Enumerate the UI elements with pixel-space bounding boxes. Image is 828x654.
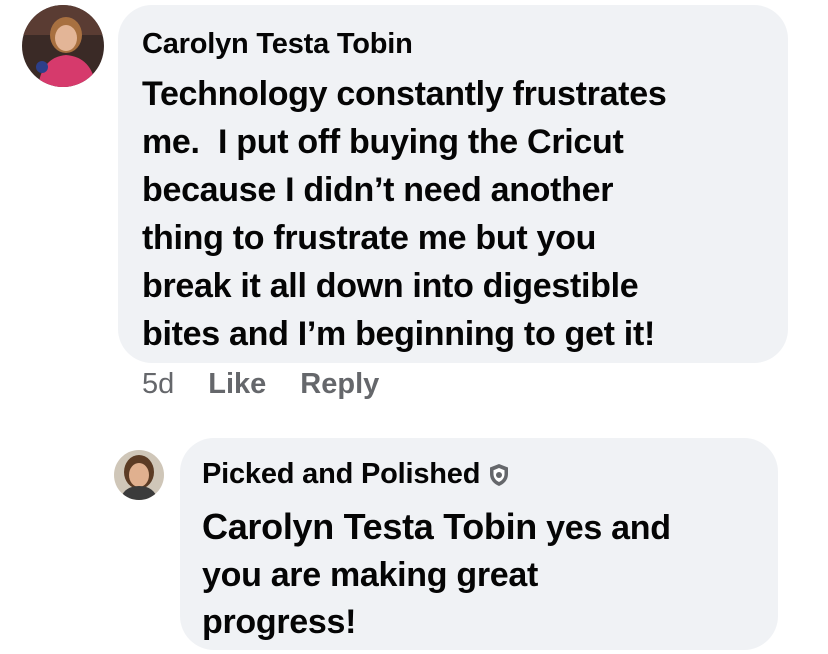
reply-text-line: you are making great xyxy=(202,556,539,594)
reply-text-line: progress! xyxy=(202,603,357,641)
like-button[interactable]: Like xyxy=(208,368,266,401)
reply-text-fragment: yes and xyxy=(537,509,671,547)
comment-text-line: because I didn’t need another xyxy=(142,171,614,209)
comment-text-line: Technology constantly frustrates xyxy=(142,75,667,113)
reply-author-name[interactable]: Picked and Polished xyxy=(202,458,480,490)
comment-actions: 5d Like Reply xyxy=(142,368,379,401)
reply-bubble: Picked and Polished Carolyn Testa Tobin … xyxy=(180,438,778,650)
comment-bubble: Carolyn Testa Tobin Technology constantl… xyxy=(118,5,788,363)
comment-text-line: thing to frustrate me but you xyxy=(142,219,597,257)
commenter-avatar-image xyxy=(22,5,104,87)
reply-text: Carolyn Testa Tobin yes and you are maki… xyxy=(202,503,778,646)
comment-text-line: bites and I’m beginning to get it! xyxy=(142,315,655,353)
reply-button[interactable]: Reply xyxy=(300,368,379,401)
reply-author-row: Picked and Polished xyxy=(202,457,778,491)
comment-text: Technology constantly frustrates me. I p… xyxy=(142,70,788,358)
replier-avatar[interactable] xyxy=(114,450,164,500)
reply-text-line: Carolyn Testa Tobin yes and xyxy=(202,503,778,552)
comment-timestamp[interactable]: 5d xyxy=(142,368,174,401)
shield-icon xyxy=(488,461,510,487)
comment-author-name[interactable]: Carolyn Testa Tobin xyxy=(142,27,788,61)
replier-avatar-image xyxy=(114,450,164,500)
comment-text-line: me. I put off buying the Cricut xyxy=(142,123,624,161)
comment-text-line: break it all down into digestible xyxy=(142,267,639,305)
commenter-avatar[interactable] xyxy=(22,5,104,87)
mention-link[interactable]: Carolyn Testa Tobin xyxy=(202,506,537,547)
